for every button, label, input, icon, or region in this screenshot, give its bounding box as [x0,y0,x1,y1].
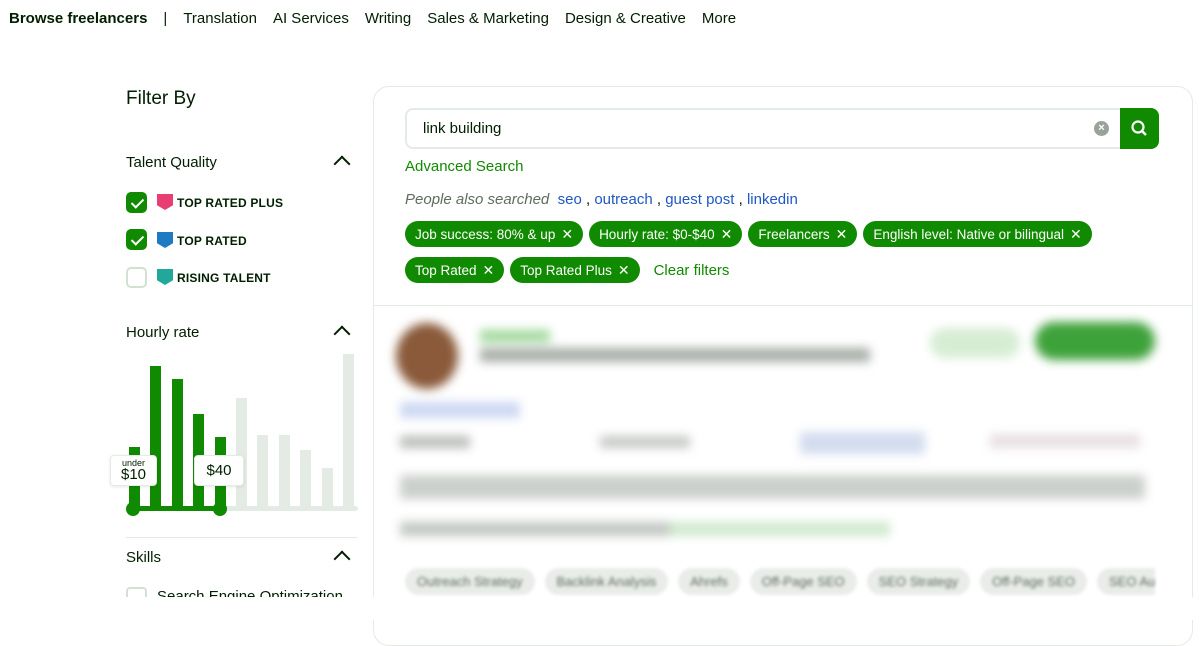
min-rate-tooltip: under $10 [110,455,157,486]
histogram-bar [150,366,162,508]
chip-label: Top Rated [415,262,477,278]
blurred-text [600,436,690,448]
also-link[interactable]: outreach [594,191,652,208]
slider-min-handle[interactable] [126,502,140,516]
top-rated-plus-badge-icon [157,194,173,210]
checkbox-rising-talent[interactable] [126,267,147,288]
histogram-bar [171,379,183,508]
also-link[interactable]: linkedin [747,191,798,208]
avatar [396,323,458,389]
skill-tag[interactable]: SEO Au [1097,568,1155,595]
skills-heading: Skills [126,549,162,566]
search-icon [1131,120,1147,136]
divider [374,305,1192,306]
close-icon[interactable]: ✕ [618,262,630,279]
filter-chip[interactable]: Top Rated Plus ✕ [510,257,640,283]
chip-label: Job success: 80% & up [415,226,556,242]
talent-quality-heading: Talent Quality [126,154,217,171]
histogram-bar [343,354,354,508]
blurred-text [480,348,870,362]
close-icon[interactable]: ✕ [1070,226,1082,243]
min-value: $10 [120,466,147,483]
blurred-text [480,330,550,342]
histogram-bar [257,435,269,508]
skill-tag[interactable]: Off-Page SEO [980,568,1087,595]
chevron-up-icon[interactable] [333,550,351,568]
nav-item[interactable]: More [702,10,736,27]
search-input[interactable] [405,108,1121,149]
checkbox-top-rated[interactable] [126,229,147,250]
histogram-bar [300,450,312,508]
chip-label: Top Rated Plus [520,262,612,278]
close-icon[interactable]: ✕ [836,226,848,243]
advanced-search-link[interactable]: Advanced Search [405,158,523,175]
chevron-up-icon[interactable] [333,325,351,343]
close-icon[interactable]: ✕ [561,226,573,243]
nav-item[interactable]: Translation [183,10,257,27]
option-label: TOP RATED PLUS [177,196,284,210]
filter-chip[interactable]: Job success: 80% & up ✕ [405,221,584,247]
slider-max-handle[interactable] [213,502,227,516]
hourly-rate-heading: Hourly rate [126,324,200,341]
skill-tags: Outreach Strategy Backlink Analysis Ahrefs… [405,568,1155,595]
filter-title: Filter By [126,88,196,109]
nav-separator: | [163,10,168,27]
blurred-text [800,432,925,454]
blurred-text [400,522,890,536]
filter-chip[interactable]: Top Rated ✕ [405,257,505,283]
divider [126,537,357,538]
blurred-badge [400,402,520,418]
blurred-text [400,436,470,448]
top-nav: Browse freelancers | Translation AI Serv… [9,10,736,27]
checkbox-top-rated-plus[interactable] [126,192,147,213]
chip-label: English level: Native or bilingual [873,226,1064,242]
filter-chip[interactable]: Freelancers ✕ [748,221,858,247]
nav-item[interactable]: Design & Creative [565,10,686,27]
blurred-button [1035,322,1155,360]
max-rate-tooltip: $40 [194,455,244,486]
people-also-searched: People also searched seo , outreach , gu… [405,191,798,208]
filter-chip[interactable]: English level: Native or bilingual ✕ [863,221,1092,247]
checkbox-seo[interactable] [126,587,147,597]
nav-item[interactable]: Writing [365,10,411,27]
top-rated-badge-icon [157,232,173,248]
also-label: People also searched [405,191,550,208]
blurred-text [990,434,1140,448]
also-link[interactable]: guest post [665,191,734,208]
skills-list: Search Engine Optimization [0,583,370,597]
close-icon[interactable]: ✕ [483,262,495,279]
page-bottom [0,597,1200,620]
skill-tag[interactable]: SEO Strategy [866,568,971,595]
close-icon[interactable]: ✕ [721,226,733,243]
histogram-bar [278,435,290,508]
option-label: RISING TALENT [177,271,271,285]
blurred-button [930,328,1020,358]
filter-chip[interactable]: Hourly rate: $0-$40 ✕ [589,221,743,247]
skill-tag[interactable]: Off-Page SEO [749,568,857,595]
chip-label: Freelancers [758,226,830,242]
nav-item[interactable]: Sales & Marketing [427,10,549,27]
skill-label: Search Engine Optimization [157,588,343,597]
slider-range [133,506,221,511]
chevron-up-icon[interactable] [333,155,351,173]
nav-title[interactable]: Browse freelancers [9,10,147,27]
clear-filters-link[interactable]: Clear filters [654,262,730,279]
blurred-text [400,475,1145,499]
histogram-bar [321,468,333,508]
chip-label: Hourly rate: $0-$40 [599,226,715,242]
option-label: TOP RATED [177,234,247,248]
histogram-bar [236,398,247,508]
also-link[interactable]: seo [558,191,582,208]
search-button[interactable] [1120,108,1159,149]
rising-talent-badge-icon [157,269,173,285]
skill-tag[interactable]: Backlink Analysis [544,568,669,595]
skill-tag[interactable]: Outreach Strategy [405,568,535,595]
active-filters: Job success: 80% & up ✕ Hourly rate: $0-$4… [405,221,1185,283]
clear-search-icon[interactable]: × [1094,121,1109,136]
skill-tag[interactable]: Ahrefs [678,568,740,595]
nav-item[interactable]: AI Services [273,10,349,27]
